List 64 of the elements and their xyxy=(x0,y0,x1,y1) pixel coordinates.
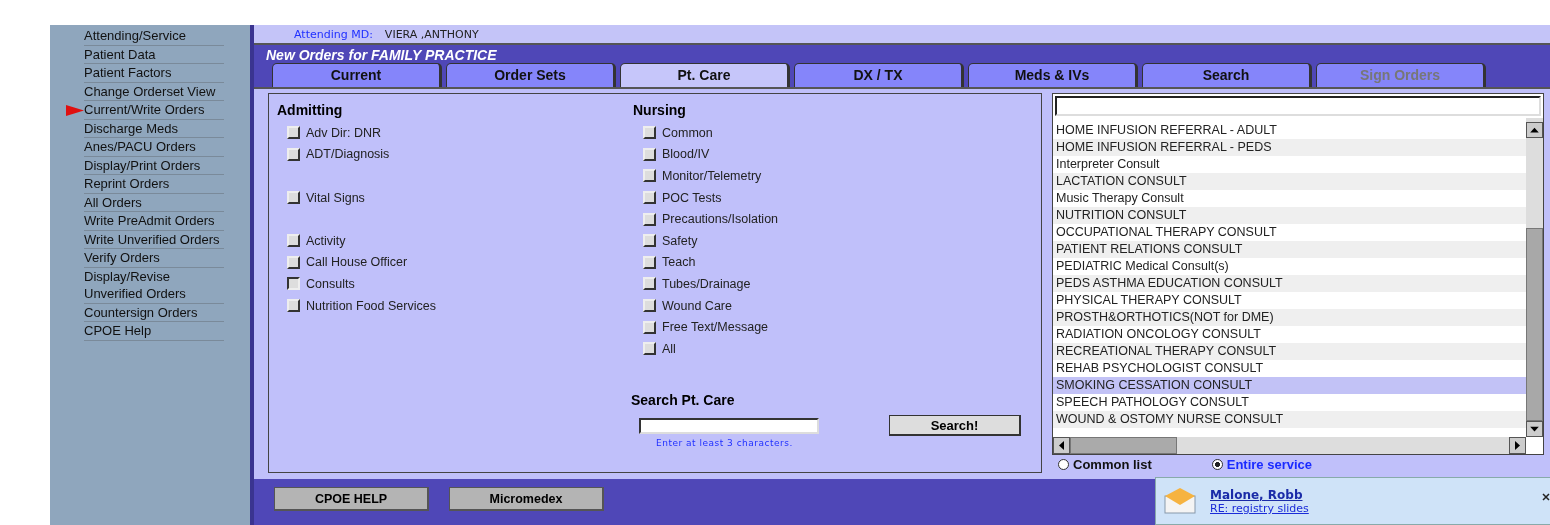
sidebar-item[interactable]: Attending/Service xyxy=(66,27,250,46)
mail-notification[interactable]: Malone, Robb RE: registry slides xyxy=(1155,477,1550,525)
list-item[interactable]: WOUND & OSTOMY NURSE CONSULT xyxy=(1053,411,1526,428)
checkbox-label: Nutrition Food Services xyxy=(306,298,436,313)
checkbox-label: Teach xyxy=(662,255,696,270)
list-item[interactable]: LACTATION CONSULT xyxy=(1053,173,1526,190)
section-heading: Admitting xyxy=(277,102,344,118)
tab[interactable]: Order Sets xyxy=(446,63,616,87)
sidebar-item[interactable]: All Orders xyxy=(66,193,250,212)
sidebar-item[interactable]: Display/Revise Unverified Orders xyxy=(66,267,250,304)
checkbox-label: Adv Dir: DNR xyxy=(306,125,381,140)
footer-button[interactable]: CPOE HELP xyxy=(274,487,429,511)
checkbox-label: Tubes/Drainage xyxy=(662,276,751,291)
sidebar-item[interactable]: Patient Factors xyxy=(66,64,250,83)
sidebar-item[interactable]: Verify Orders xyxy=(66,249,250,268)
checkbox-label: Blood/IV xyxy=(662,147,710,162)
radio-label[interactable]: Common list xyxy=(1073,457,1152,472)
checkbox-label: POC Tests xyxy=(662,190,722,205)
window-title: New Orders for FAMILY PRACTICE xyxy=(265,46,498,63)
list-item[interactable]: PROSTH&ORTHOTICS(NOT for DME) xyxy=(1053,309,1526,326)
sender-link[interactable]: Malone, Robb xyxy=(1210,488,1309,502)
tab[interactable]: Search xyxy=(1142,63,1312,87)
tab[interactable]: DX / TX xyxy=(794,63,964,87)
list-item[interactable]: SMOKING CESSATION CONSULT xyxy=(1053,377,1526,394)
sidebar-item[interactable]: Anes/PACU Orders xyxy=(66,138,250,157)
checkbox-label: Precautions/Isolation xyxy=(662,212,779,227)
radio-label[interactable]: Entire service xyxy=(1226,457,1312,472)
tab[interactable]: Current xyxy=(272,63,442,87)
subject-link[interactable]: RE: registry slides xyxy=(1210,502,1309,515)
list-item[interactable]: PEDS ASTHMA EDUCATION CONSULT xyxy=(1053,275,1526,292)
tab[interactable]: Meds & IVs xyxy=(968,63,1138,87)
sidebar-item[interactable]: Write PreAdmit Orders xyxy=(66,212,250,231)
sidebar-item[interactable]: CPOE Help xyxy=(66,322,250,341)
list-item[interactable]: HOME INFUSION REFERRAL - PEDS xyxy=(1053,139,1526,156)
sidebar-item[interactable]: Patient Data xyxy=(66,45,250,64)
sidebar-item[interactable]: Change Orderset View xyxy=(66,82,250,101)
sidebar-item[interactable]: Write Unverified Orders xyxy=(66,230,250,249)
tab[interactable]: Pt. Care xyxy=(620,63,790,87)
checkbox-label: Call House Officer xyxy=(306,255,408,270)
checkbox-label: Vital Signs xyxy=(306,190,365,205)
field-label: Attending MD: xyxy=(294,27,373,41)
sidebar-item[interactable]: Display/Print Orders xyxy=(66,156,250,175)
checkbox-label: Safety xyxy=(662,233,698,248)
list-item[interactable]: RECREATIONAL THERAPY CONSULT xyxy=(1053,343,1526,360)
list-item[interactable]: NUTRITION CONSULT xyxy=(1053,207,1526,224)
checkbox-label: ADT/Diagnosis xyxy=(306,147,390,162)
sidebar-item[interactable]: Current/Write Orders xyxy=(66,101,250,120)
search-button[interactable]: Search! xyxy=(889,415,1021,436)
sidebar-item[interactable]: Discharge Meds xyxy=(66,119,250,138)
search-heading: Search Pt. Care xyxy=(631,392,736,408)
sidebar-item[interactable]: Countersign Orders xyxy=(66,303,250,322)
checkbox-label: Common xyxy=(662,125,713,140)
list-item[interactable]: PATIENT RELATIONS CONSULT xyxy=(1053,241,1526,258)
field-value: VIERA ,ANTHONY xyxy=(384,27,479,41)
sidebar-item[interactable]: Reprint Orders xyxy=(66,175,250,194)
checkbox-label: Monitor/Telemetry xyxy=(662,169,762,183)
search-hint: Enter at least 3 characters. xyxy=(656,438,794,448)
checkbox-label: Wound Care xyxy=(662,298,732,313)
checkbox-label: Consults xyxy=(306,276,355,291)
checkbox-label: Free Text/Message xyxy=(662,320,769,335)
section-heading: Nursing xyxy=(633,102,687,118)
checkbox-label: Activity xyxy=(306,233,346,248)
footer-button[interactable]: Micromedex xyxy=(449,487,604,511)
checkbox-label: All xyxy=(662,341,676,356)
